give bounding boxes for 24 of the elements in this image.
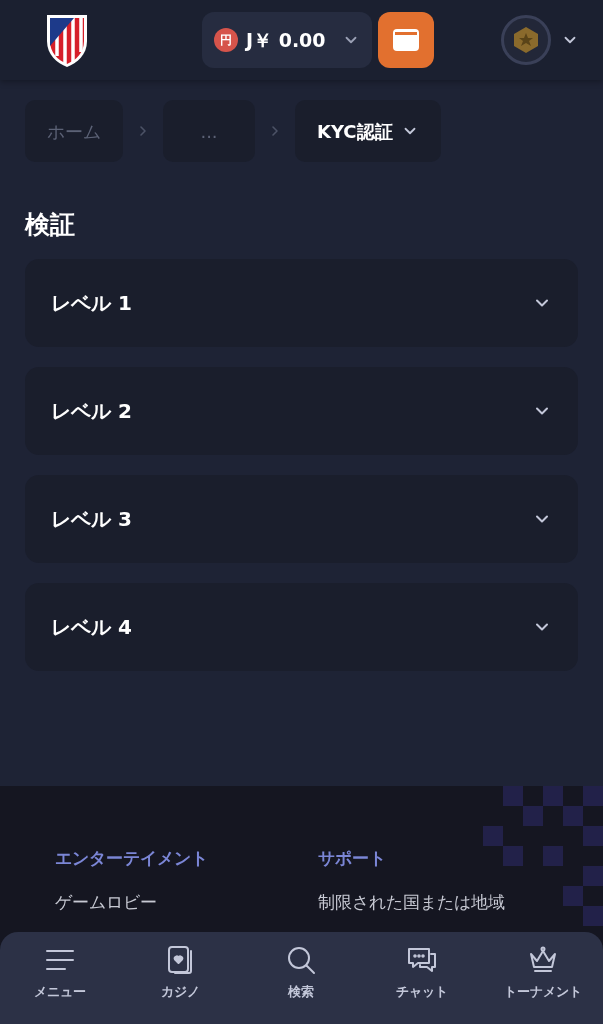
- yen-badge: 円: [214, 28, 238, 52]
- wallet-button[interactable]: [378, 12, 434, 68]
- footer-link[interactable]: ゲームロビー: [55, 889, 318, 915]
- footer-heading: エンターテイメント: [55, 847, 209, 870]
- accordion-item[interactable]: レベル 2: [25, 367, 578, 455]
- accordion-item[interactable]: レベル 1: [25, 259, 578, 347]
- footer-heading: サポート: [318, 847, 387, 870]
- balance-amount: J￥ 0.00: [246, 27, 326, 53]
- accordion-item[interactable]: レベル 4: [25, 583, 578, 671]
- nav-tab[interactable]: カジノ: [120, 932, 242, 1024]
- nav-tab[interactable]: 検索: [241, 932, 362, 1024]
- wallet-icon: [393, 29, 419, 51]
- badge-icon: [512, 26, 540, 54]
- accordion-item[interactable]: レベル 3: [25, 475, 578, 563]
- nav-tab[interactable]: トーナメント: [482, 932, 603, 1024]
- search-icon: [285, 944, 318, 976]
- page-title: 検証: [25, 212, 76, 237]
- avatar-button[interactable]: [501, 15, 551, 65]
- footer-link[interactable]: 制限された国または地域: [318, 889, 505, 915]
- balance-selector[interactable]: 円 J￥ 0.00: [202, 12, 372, 68]
- nav-tab[interactable]: メニュー: [0, 932, 121, 1024]
- nav-tab[interactable]: チャット: [361, 932, 483, 1024]
- logo-icon: [44, 12, 90, 68]
- breadcrumb-item[interactable]: KYC認証: [295, 100, 441, 162]
